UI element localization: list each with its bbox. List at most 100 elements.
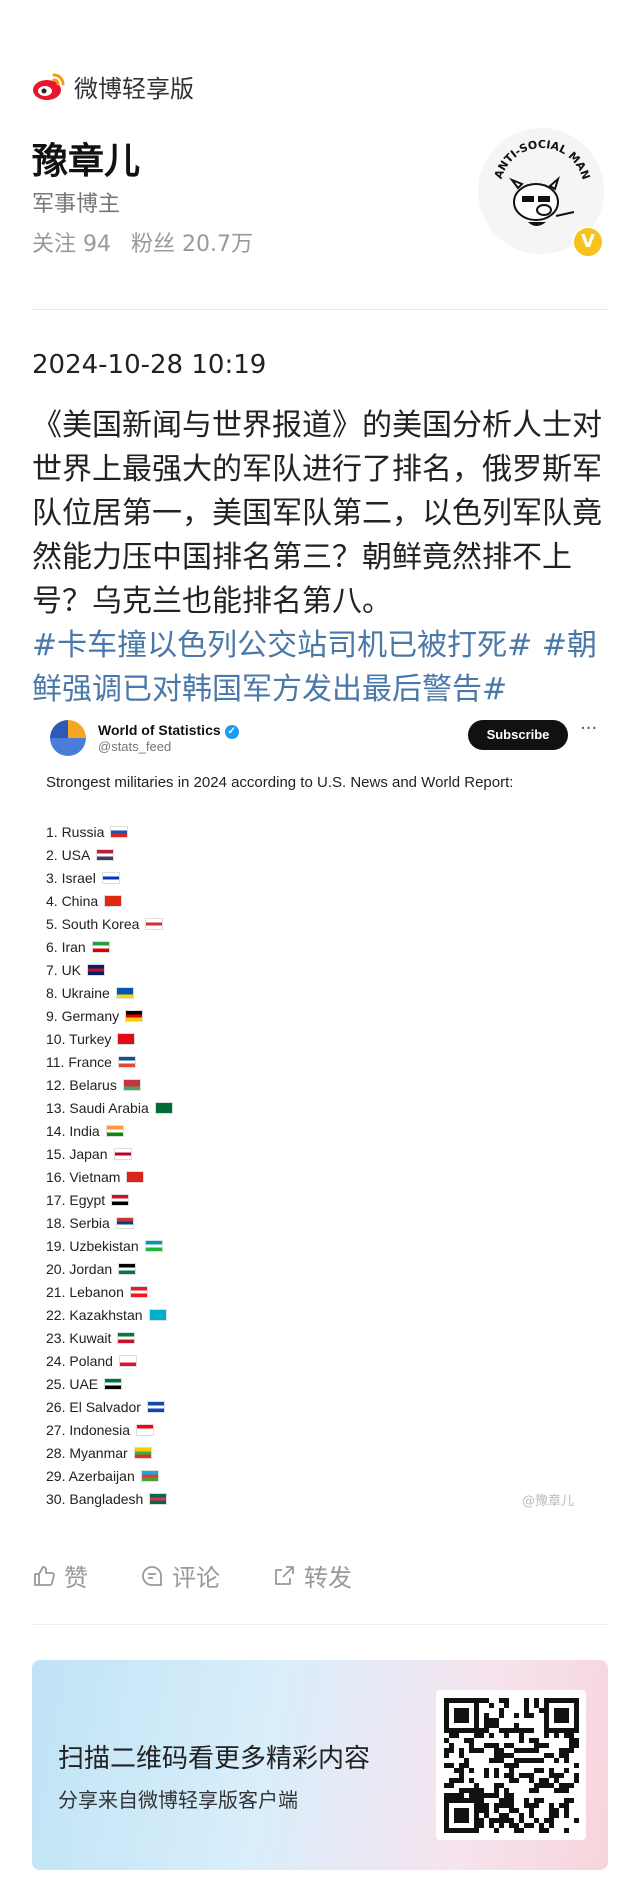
country-flag-icon — [118, 1262, 137, 1275]
post-timestamp: 2024-10-28 10:19 — [32, 350, 267, 380]
ranking-item: 20. Jordan — [46, 1257, 173, 1280]
embedded-account-name: World of Statistics — [98, 722, 221, 739]
svg-text:ANTI-SOCIAL MAN: ANTI-SOCIAL MAN — [492, 138, 593, 181]
verified-v-icon: V — [572, 226, 604, 258]
weibo-logo-icon — [33, 73, 65, 100]
author-name[interactable]: 豫章儿 — [32, 132, 140, 184]
ranking-item: 24. Poland — [46, 1349, 173, 1372]
ranking-text: 9. Germany — [46, 1007, 120, 1024]
comment-button[interactable]: 评论 — [140, 1558, 220, 1593]
country-flag-icon — [96, 848, 115, 861]
country-flag-icon — [136, 1423, 155, 1436]
country-flag-icon — [101, 871, 120, 884]
ranking-text: 1. Russia — [46, 823, 105, 840]
ranking-item: 22. Kazakhstan — [46, 1303, 173, 1326]
like-label: 赞 — [64, 1564, 88, 1592]
country-flag-icon — [104, 1377, 123, 1390]
ranking-text: 20. Jordan — [46, 1260, 113, 1277]
more-icon: ··· — [580, 718, 598, 739]
ranking-item: 5. South Korea — [46, 912, 173, 935]
ranking-item: 4. China — [46, 889, 173, 912]
comment-icon — [142, 1565, 162, 1586]
ranking-item: 21. Lebanon — [46, 1280, 173, 1303]
embedded-title: Strongest militaries in 2024 according t… — [46, 774, 514, 791]
ranking-text: 22. Kazakhstan — [46, 1306, 143, 1323]
ranking-item: 19. Uzbekistan — [46, 1234, 173, 1257]
ranking-item: 6. Iran — [46, 935, 173, 958]
subscribe-button: Subscribe — [468, 720, 568, 750]
ranking-text: 16. Vietnam — [46, 1168, 121, 1185]
ranking-text: 7. UK — [46, 961, 82, 978]
post-text: 《美国新闻与世界报道》的美国分析人士对世界上最强大的军队进行了排名，俄罗斯军队位… — [32, 408, 602, 619]
ranking-text: 13. Saudi Arabia — [46, 1099, 149, 1116]
ranking-text: 12. Belarus — [46, 1076, 117, 1093]
country-flag-icon — [133, 1446, 152, 1459]
country-flag-icon — [125, 1009, 144, 1022]
ranking-item: 26. El Salvador — [46, 1395, 173, 1418]
qr-code-icon — [444, 1698, 579, 1833]
country-flag-icon — [113, 1147, 132, 1160]
ranking-text: 14. India — [46, 1122, 100, 1139]
hashtag-link[interactable]: #卡车撞以色列公交站司机已被打死# — [32, 628, 532, 663]
ranking-item: 8. Ukraine — [46, 981, 173, 1004]
ranking-item: 1. Russia — [46, 820, 173, 843]
image-watermark: @豫章儿 — [522, 1494, 575, 1509]
divider — [32, 1624, 608, 1625]
country-flag-icon — [122, 1078, 141, 1091]
ranking-item: 12. Belarus — [46, 1073, 173, 1096]
ranking-text: 21. Lebanon — [46, 1283, 124, 1300]
ranking-text: 26. El Salvador — [46, 1398, 141, 1415]
ranking-text: 18. Serbia — [46, 1214, 110, 1231]
app-brand: 微博轻享版 — [32, 66, 194, 106]
repost-button[interactable]: 转发 — [272, 1558, 352, 1593]
ranking-item: 3. Israel — [46, 866, 173, 889]
country-flag-icon — [115, 986, 134, 999]
ranking-item: 25. UAE — [46, 1372, 173, 1395]
qr-code[interactable] — [436, 1690, 586, 1840]
ranking-item: 27. Indonesia — [46, 1418, 173, 1441]
country-flag-icon — [117, 1032, 136, 1045]
ranking-list: 1. Russia 2. USA 3. Israel 4. China 5. South… — [46, 820, 173, 1510]
author-role: 军事博主 — [32, 192, 121, 217]
ranking-item: 9. Germany — [46, 1004, 173, 1027]
ranking-text: 23. Kuwait — [46, 1329, 112, 1346]
country-flag-icon — [110, 825, 129, 838]
thumbs-up-icon — [34, 1565, 55, 1586]
ranking-text: 11. France — [46, 1053, 112, 1070]
embedded-account-header: World of Statistics ✓ @stats_feed — [50, 720, 239, 756]
ranking-text: 29. Azerbaijan — [46, 1467, 135, 1484]
ranking-text: 15. Japan — [46, 1145, 108, 1162]
pie-chart-logo-icon — [50, 720, 86, 756]
ranking-item: 28. Myanmar — [46, 1441, 173, 1464]
ranking-item: 23. Kuwait — [46, 1326, 173, 1349]
divider — [32, 309, 608, 310]
country-flag-icon — [145, 917, 164, 930]
ranking-item: 13. Saudi Arabia — [46, 1096, 173, 1119]
ranking-item: 18. Serbia — [46, 1211, 173, 1234]
ranking-item: 16. Vietnam — [46, 1165, 173, 1188]
comment-label: 评论 — [172, 1564, 220, 1592]
ranking-item: 30. Bangladesh — [46, 1487, 173, 1510]
country-flag-icon — [146, 1400, 165, 1413]
post-image[interactable]: World of Statistics ✓ @stats_feed Subscri… — [32, 708, 608, 1514]
ranking-item: 14. India — [46, 1119, 173, 1142]
ranking-item: 2. USA — [46, 843, 173, 866]
banner-subtitle: 分享来自微博轻享版客户端 — [58, 1788, 298, 1812]
country-flag-icon — [117, 1055, 136, 1068]
banner-title: 扫描二维码看更多精彩内容 — [58, 1744, 371, 1774]
country-flag-icon — [91, 940, 110, 953]
ranking-item: 15. Japan — [46, 1142, 173, 1165]
share-banner[interactable]: 扫描二维码看更多精彩内容 分享来自微博轻享版客户端 — [32, 1660, 608, 1870]
ranking-text: 17. Egypt — [46, 1191, 106, 1208]
like-button[interactable]: 赞 — [32, 1558, 88, 1593]
ranking-item: 7. UK — [46, 958, 173, 981]
following-stat[interactable]: 关注 94 — [32, 226, 111, 258]
followers-stat[interactable]: 粉丝 20.7万 — [131, 226, 253, 258]
ranking-item: 17. Egypt — [46, 1188, 173, 1211]
author-stats: 关注 94 粉丝 20.7万 — [32, 226, 253, 258]
ranking-item: 29. Azerbaijan — [46, 1464, 173, 1487]
ranking-text: 5. South Korea — [46, 915, 140, 932]
ranking-text: 25. UAE — [46, 1375, 99, 1392]
ranking-text: 4. China — [46, 892, 99, 909]
ranking-text: 10. Turkey — [46, 1030, 112, 1047]
